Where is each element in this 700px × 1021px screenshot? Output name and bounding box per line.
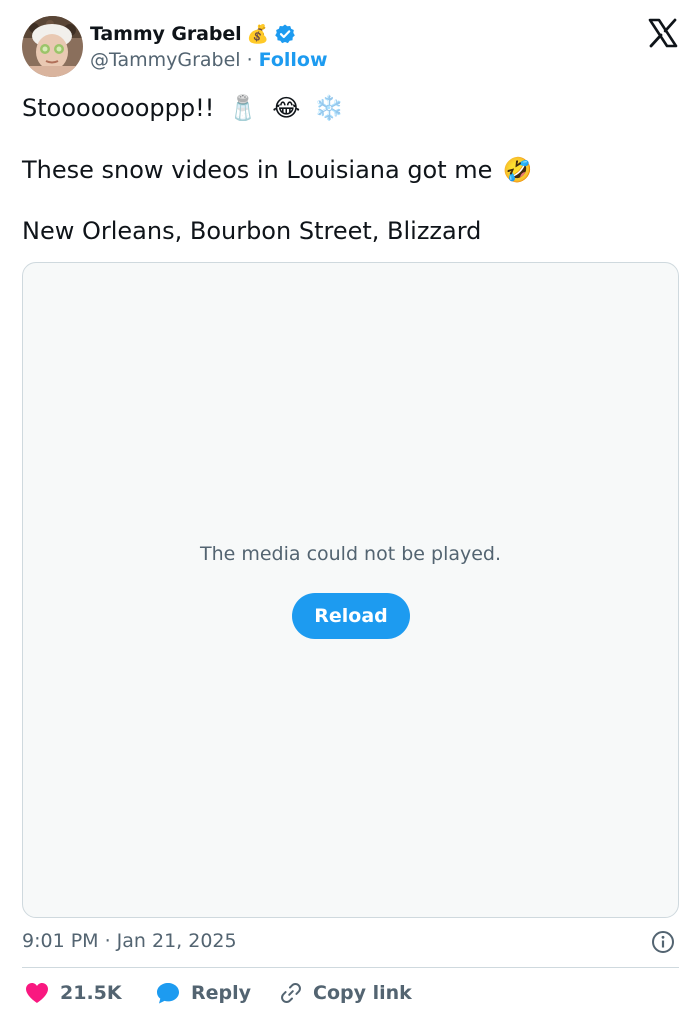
rolling-laughing-emoji: 🤣 — [502, 156, 533, 184]
reply-bubble-icon — [155, 981, 181, 1005]
author-handle-row: @TammyGrabel · Follow — [90, 47, 328, 73]
tweet-text-line-3: New Orleans, Bourbon Street, Blizzard — [22, 215, 481, 247]
tweet-text: Stoooooooppp!! — [22, 94, 215, 122]
like-button[interactable]: 21.5K — [24, 978, 122, 1008]
media-player[interactable]: The media could not be played. Reload — [22, 262, 679, 918]
follow-button[interactable]: Follow — [259, 49, 328, 71]
x-logo-icon[interactable] — [648, 18, 678, 48]
media-error-message: The media could not be played. — [199, 543, 502, 565]
link-icon — [279, 981, 303, 1005]
tweet-text-line-2: These snow videos in Louisiana got me 🤣 — [22, 154, 532, 186]
tweet-timestamp[interactable]: 9:01 PM · Jan 21, 2025 — [22, 928, 237, 954]
author-name-row: Tammy Grabel 💰 — [90, 21, 296, 47]
laughing-tears-emoji: 😂 — [272, 94, 301, 122]
tweet-text: These snow videos in Louisiana got me — [22, 156, 493, 184]
reply-label: Reply — [191, 982, 252, 1004]
author-handle[interactable]: @TammyGrabel — [90, 49, 241, 71]
reply-button[interactable]: Reply — [155, 978, 251, 1008]
salt-shaker-emoji: 🧂 — [228, 94, 259, 122]
tweet-text: New Orleans, Bourbon Street, Blizzard — [22, 217, 482, 245]
reload-button[interactable]: Reload — [292, 593, 410, 639]
copy-link-label: Copy link — [313, 982, 412, 1004]
money-bag-emoji: 💰 — [246, 23, 269, 45]
copy-link-button[interactable]: Copy link — [279, 978, 412, 1008]
avatar[interactable] — [22, 16, 83, 77]
verified-badge-icon — [274, 23, 296, 45]
author-display-name[interactable]: Tammy Grabel — [90, 23, 242, 45]
heart-icon — [24, 981, 50, 1005]
snowflake-emoji: ❄️ — [314, 94, 345, 122]
divider — [22, 967, 679, 968]
tweet-embed-card: Tammy Grabel 💰 @TammyGrabel · Follow Sto… — [0, 0, 700, 1021]
separator-dot: · — [246, 49, 253, 71]
likes-count: 21.5K — [60, 982, 122, 1004]
tweet-text-line-1: Stoooooooppp!! 🧂 😂 ❄️ — [22, 92, 344, 124]
info-icon[interactable] — [651, 930, 675, 954]
